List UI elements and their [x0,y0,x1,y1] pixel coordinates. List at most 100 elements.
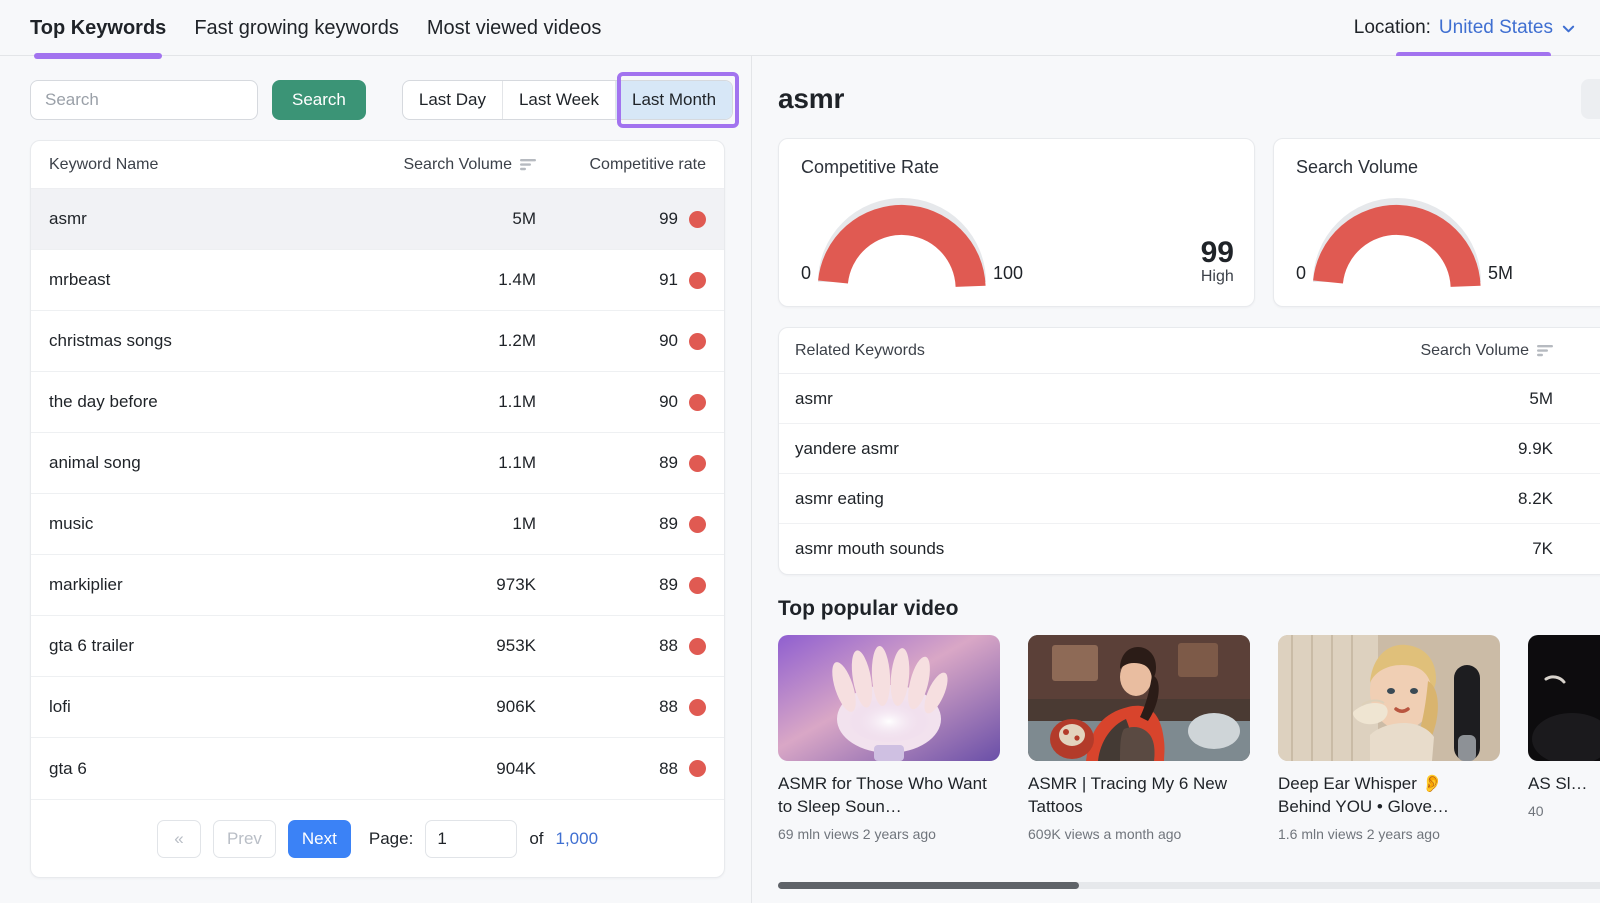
keyword-name: mrbeast [49,270,336,290]
video-card[interactable]: Deep Ear Whisper 👂 Behind YOU • Glove… 1… [1278,635,1500,842]
keyword-volume: 953K [336,636,536,656]
keyword-rate-cell: 88 [536,636,706,656]
table-row[interactable]: the day before1.1M90 [31,372,724,433]
first-page-button[interactable]: « [157,820,201,858]
related-keywords-card: Related Keywords Search Volume Compe [778,327,1600,575]
detail-header: asmr Export to PDF [778,76,1600,122]
tab-list: Top Keywords Fast growing keywords Most … [30,0,601,56]
top-tabbar: Top Keywords Fast growing keywords Most … [0,0,1600,56]
status-badge [689,394,706,411]
sort-descending-icon[interactable] [520,158,536,171]
column-header-competitive-rate[interactable]: Competitive rate [536,156,706,174]
prev-page-button[interactable]: Prev [213,820,276,858]
video-title[interactable]: ASMR | Tracing My 6 New Tattoos [1028,773,1250,819]
video-thumbnail[interactable] [1028,635,1250,761]
keyword-volume: 1.1M [336,392,536,412]
keyword-name: gta 6 [49,759,336,779]
keyword-name: the day before [49,392,336,412]
video-card[interactable]: ASMR | Tracing My 6 New Tattoos 609K vie… [1028,635,1250,842]
table-row[interactable]: asmr5M99 [31,189,724,250]
table-row[interactable]: animal song1.1M89 [31,433,724,494]
gauge-min-competitive-rate: 0 [801,263,811,288]
keyword-volume: 1.2M [336,331,536,351]
keyword-volume: 906K [336,697,536,717]
keyword-rate-cell: 88 [536,697,706,717]
column-header-related-search-volume[interactable]: Search Volume [1363,342,1553,360]
keyword-volume: 1.4M [336,270,536,290]
keyword-rate-cell: 90 [536,331,706,351]
table-row[interactable]: asmr5M99 [779,374,1600,424]
location-value[interactable]: United States [1439,17,1553,39]
keyword-rate: 89 [659,575,678,595]
video-card[interactable]: AS Sl… 40 [1528,635,1600,842]
related-keyword-competitive-cell: 59 [1553,439,1600,459]
video-title[interactable]: ASMR for Those Who Want to Sleep Soun… [778,773,1000,819]
table-row[interactable]: gta 6904K88 [31,738,724,799]
gauge-body-competitive-rate: 0 100 99 High [801,184,1234,288]
location-selector[interactable]: Location: United States [1354,0,1576,56]
status-badge [689,699,706,716]
column-header-search-volume[interactable]: Search Volume [336,156,536,174]
keyword-name: lofi [49,697,336,717]
status-badge [689,211,706,228]
keyword-rate: 89 [659,514,678,534]
tab-fast-growing-keywords[interactable]: Fast growing keywords [194,0,399,56]
table-row[interactable]: gta 6 trailer953K88 [31,616,724,677]
gauge-title-competitive-rate: Competitive Rate [801,157,1234,178]
column-header-competitive[interactable]: Competitive [1553,342,1600,360]
period-last-day[interactable]: Last Day [403,81,503,119]
gauge-row: Competitive Rate 0 100 99 High [778,138,1600,307]
page-label: Page: [369,829,413,849]
video-title[interactable]: AS Sl… [1528,773,1600,796]
total-pages[interactable]: 1,000 [556,829,599,849]
status-badge [689,272,706,289]
search-input[interactable] [30,80,258,120]
sort-descending-icon[interactable] [1537,344,1553,357]
tab-most-viewed-videos[interactable]: Most viewed videos [427,0,602,56]
keyword-table-card: Keyword Name Search Volume Competitive r… [30,140,725,878]
page-title: asmr [778,83,844,115]
period-toggle-group: Last Day Last Week Last Month [402,80,733,120]
gauge-title-search-volume: Search Volume [1296,157,1600,178]
status-badge [689,516,706,533]
period-last-week[interactable]: Last Week [503,81,616,119]
period-last-month[interactable]: Last Month [616,81,732,119]
related-keyword-volume: 8.2K [1363,489,1553,509]
gauge-max-search-volume: 5M [1488,263,1513,288]
table-row[interactable]: christmas songs1.2M90 [31,311,724,372]
video-thumbnail[interactable] [778,635,1000,761]
next-page-button[interactable]: Next [288,820,351,858]
column-header-related-keywords[interactable]: Related Keywords [795,342,1363,360]
gauge-body-search-volume: 0 5M 5M High [1296,184,1600,288]
table-row[interactable]: mrbeast1.4M91 [31,250,724,311]
tab-most-viewed-videos-label: Most viewed videos [427,18,602,38]
location-label: Location: [1354,17,1431,39]
status-badge [689,638,706,655]
status-badge [689,577,706,594]
video-thumbnail[interactable] [1528,635,1600,761]
horizontal-scrollbar-thumb[interactable] [778,882,1079,889]
video-card[interactable]: ASMR for Those Who Want to Sleep Soun… 6… [778,635,1000,842]
videos-title: Top popular video [778,597,958,621]
horizontal-scrollbar-track[interactable] [778,882,1600,889]
table-row[interactable]: asmr eating8.2K58 [779,474,1600,524]
export-to-pdf-button[interactable]: Export to PDF [1581,79,1600,119]
keyword-rate-cell: 90 [536,392,706,412]
table-row[interactable]: yandere asmr9.9K59 [779,424,1600,474]
tab-top-keywords[interactable]: Top Keywords [30,0,166,56]
video-carousel[interactable]: ASMR for Those Who Want to Sleep Soun… 6… [778,635,1600,842]
related-keyword-competitive-cell: 58 [1553,489,1600,509]
table-row[interactable]: markiplier973K89 [31,555,724,616]
related-table-header: Related Keywords Search Volume Compe [779,328,1600,374]
video-meta: 1.6 mln views 2 years ago [1278,826,1500,842]
page-number-input[interactable] [425,820,517,858]
keyword-rate: 88 [659,697,678,717]
keyword-volume: 5M [336,209,536,229]
video-thumbnail[interactable] [1278,635,1500,761]
video-title[interactable]: Deep Ear Whisper 👂 Behind YOU • Glove… [1278,773,1500,819]
column-header-keyword-name[interactable]: Keyword Name [49,156,336,174]
table-row[interactable]: music1M89 [31,494,724,555]
search-button[interactable]: Search [272,80,366,120]
table-row[interactable]: asmr mouth sounds7K57 [779,524,1600,574]
table-row[interactable]: lofi906K 88 [31,677,724,738]
